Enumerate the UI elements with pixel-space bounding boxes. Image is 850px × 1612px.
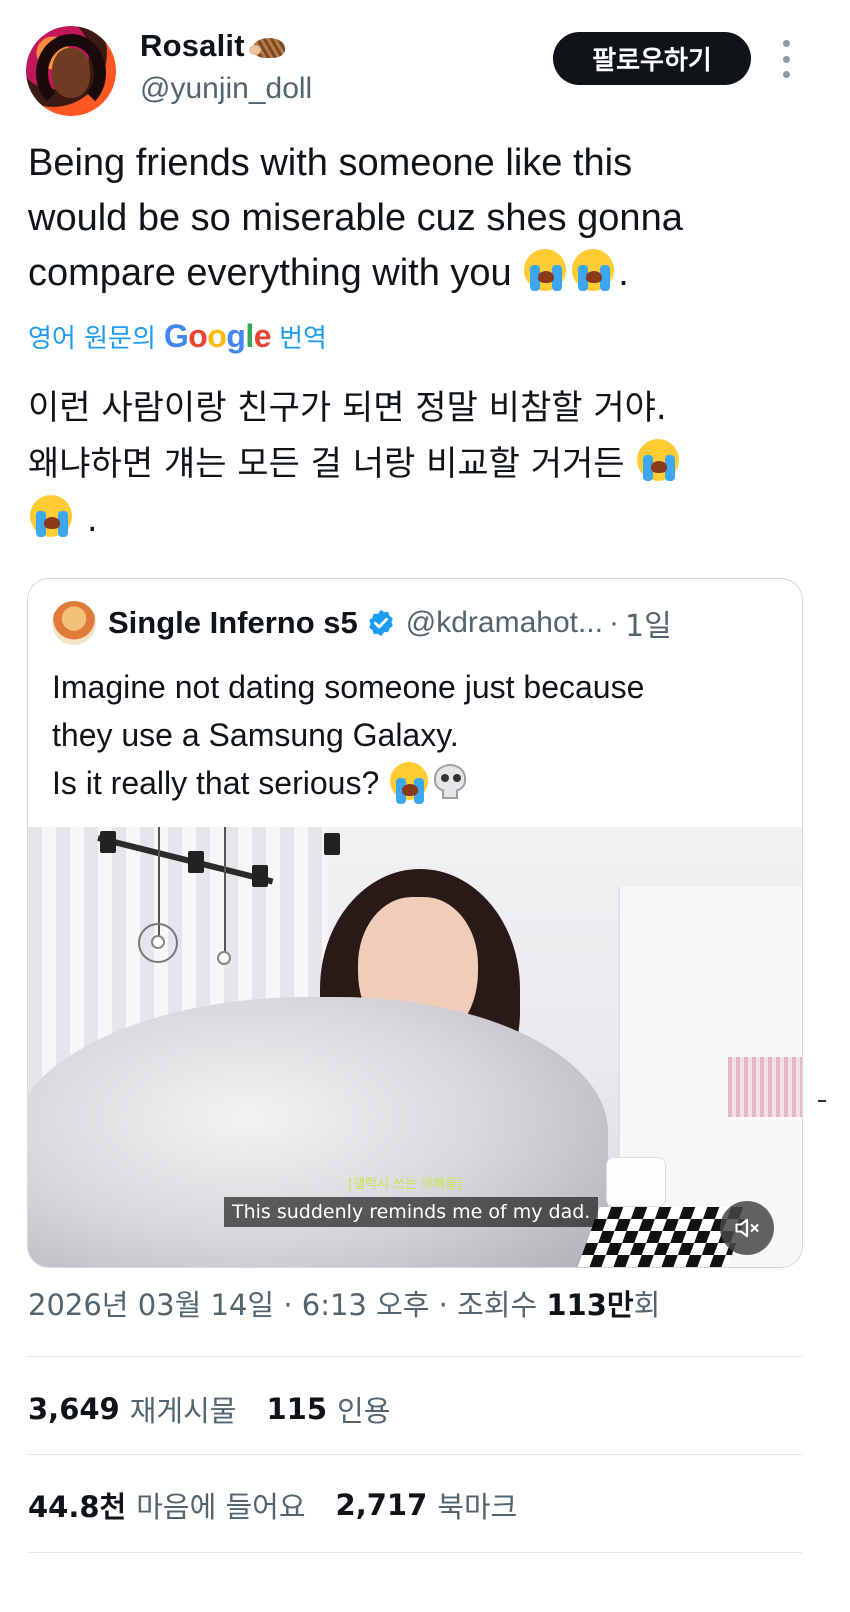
likes-count[interactable]: 44.8천 [28, 1484, 126, 1526]
reposts-count[interactable]: 3,649 [28, 1392, 120, 1426]
tweet-line: compare everything with you . [28, 246, 818, 301]
divider [28, 1356, 802, 1357]
verified-badge-icon [369, 609, 393, 637]
translated-text: 이런 사람이랑 친구가 되면 정말 비참할 거야. 왜냐하면 걔는 모든 걸 너… [28, 380, 818, 548]
quoted-timestamp[interactable]: 1일 [625, 601, 672, 645]
meta-separator: · [283, 1288, 293, 1322]
translation-suffix: 번역 [279, 324, 327, 354]
quotes-label[interactable]: 인용 [337, 1388, 390, 1430]
translation-toggle[interactable]: 영어 원문의 Google 번역 [28, 318, 327, 355]
quoted-header: Single Inferno s5 @kdramahot... · 1일 [108, 601, 672, 645]
tweet-line: Being friends with someone like this [28, 142, 633, 184]
loudly-crying-face-icon [570, 249, 618, 293]
video-caption-kr: [갤럭시 쓰는 아빠들] [348, 1177, 463, 1192]
video-scene-lamp [252, 865, 268, 887]
quoted-text: Imagine not dating someone just because … [52, 663, 792, 807]
skull-icon [430, 762, 470, 802]
quoted-line: Imagine not dating someone just because [52, 669, 645, 705]
video-scene-lamp [100, 831, 116, 853]
tweet-line: would be so miserable cuz shes gonna [28, 197, 683, 239]
quotes-count[interactable]: 115 [266, 1392, 327, 1426]
video-scene-lamp [324, 833, 340, 855]
avatar-face [52, 48, 90, 98]
quoted-line: Is it really that serious? [52, 759, 792, 807]
reposts-label[interactable]: 재게시물 [130, 1388, 237, 1430]
quoted-separator: · [608, 606, 619, 639]
video-scene-fur-coat [28, 997, 608, 1267]
tweet-end-punct: . [618, 252, 629, 294]
tweet-date[interactable]: 2026년 03월 14일 [28, 1288, 274, 1322]
edge-mark [818, 1100, 826, 1102]
google-logo: Google [163, 318, 272, 354]
author-display-name[interactable]: Rosalit [140, 28, 245, 64]
views-suffix: 회 [633, 1288, 661, 1322]
bookmarks-label[interactable]: 북마크 [437, 1484, 517, 1526]
quoted-video[interactable]: [갤럭시 쓰는 아빠들] This suddenly reminds me of… [28, 827, 802, 1267]
author-name-row[interactable]: Rosalit [140, 26, 289, 66]
follow-button[interactable]: 팔로우하기 [553, 32, 751, 85]
quoted-display-name[interactable]: Single Inferno s5 [108, 605, 358, 641]
loudly-crying-face-icon [388, 762, 430, 804]
stats-row-reposts: 3,649 재게시물 115 인용 [28, 1388, 420, 1430]
loudly-crying-face-icon [635, 439, 683, 483]
author-handle[interactable]: @yunjin_doll [140, 72, 312, 106]
speaker-muted-icon [735, 1218, 759, 1238]
video-scene-lamp [188, 851, 204, 873]
bookmarks-count[interactable]: 2,717 [336, 1488, 428, 1522]
video-scene-shelf [728, 1057, 802, 1117]
loudly-crying-face-icon [522, 249, 570, 293]
stats-row-likes: 44.8천 마음에 들어요 2,717 북마크 [28, 1484, 547, 1526]
divider [28, 1454, 802, 1455]
more-vertical-icon[interactable] [780, 40, 792, 78]
translated-end-punct: . [86, 500, 98, 540]
tweet-meta: 2026년 03월 14일 · 6:13 오후 · 조회수 113만회 [28, 1282, 660, 1324]
video-scene-pendant [158, 827, 160, 937]
quoted-tweet[interactable]: Single Inferno s5 @kdramahot... · 1일 Ima… [27, 578, 803, 1268]
divider [28, 1552, 802, 1553]
translated-line: 왜냐하면 걔는 모든 걸 너랑 비교할 거거든 [28, 436, 818, 492]
quoted-handle[interactable]: @kdramahot... [406, 606, 603, 640]
tweet-text: Being friends with someone like this wou… [28, 136, 818, 301]
video-subtitle: This suddenly reminds me of my dad. [224, 1197, 599, 1227]
video-scene-ring [138, 923, 178, 963]
translated-line: 이런 사람이랑 친구가 되면 정말 비참할 거야. [28, 388, 667, 428]
quoted-avatar[interactable] [52, 601, 96, 645]
views-label: 조회수 [457, 1288, 538, 1322]
hedgehog-icon [248, 32, 289, 60]
translated-line: . [28, 492, 818, 548]
loudly-crying-face-icon [28, 495, 76, 539]
author-avatar[interactable] [26, 26, 116, 116]
meta-separator: · [438, 1288, 448, 1322]
likes-label[interactable]: 마음에 들어요 [136, 1484, 305, 1526]
video-scene-pendant [224, 827, 226, 952]
tweet-time[interactable]: 6:13 오후 [302, 1288, 430, 1322]
mute-button[interactable] [720, 1201, 774, 1255]
views-value: 113만 [546, 1288, 634, 1322]
quoted-line: they use a Samsung Galaxy. [52, 717, 459, 753]
video-scene-bulb [217, 951, 231, 965]
translation-prefix: 영어 원문의 [28, 324, 156, 354]
video-scene-bag [606, 1157, 666, 1207]
